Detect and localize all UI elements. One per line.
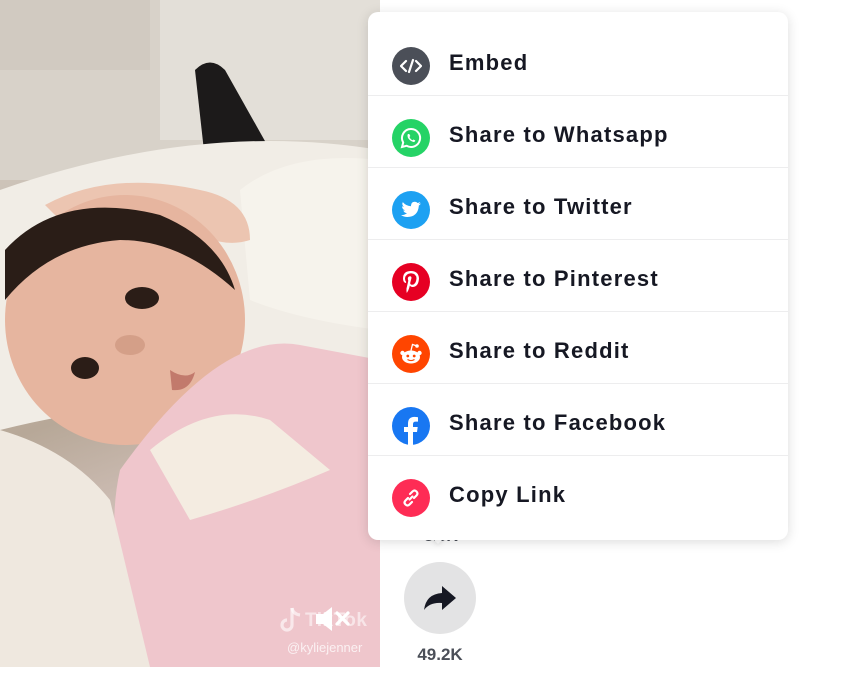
menu-item-twitter[interactable]: Share to Twitter — [368, 168, 788, 240]
menu-item-pinterest[interactable]: Share to Pinterest — [368, 240, 788, 312]
menu-item-whatsapp[interactable]: Share to Whatsapp — [368, 96, 788, 168]
menu-item-label: Embed — [449, 50, 529, 75]
video-player[interactable]: TikTok @kyliejenner — [0, 0, 380, 667]
share-count: 49.2K — [417, 645, 463, 664]
share-button[interactable] — [404, 562, 476, 634]
menu-item-label: Share to Facebook — [449, 410, 667, 435]
share-arrow-icon — [424, 586, 456, 610]
menu-item-copy-link[interactable]: Copy Link — [368, 456, 788, 528]
menu-item-embed[interactable]: Embed — [368, 24, 788, 96]
watermark-username: @kyliejenner — [287, 640, 363, 655]
menu-item-label: Share to Twitter — [449, 194, 633, 219]
menu-item-label: Share to Pinterest — [449, 266, 659, 291]
menu-item-label: Copy Link — [449, 482, 567, 507]
video-frame-image — [0, 0, 380, 667]
speaker-muted-icon — [316, 607, 350, 631]
whatsapp-icon — [392, 119, 430, 157]
tiktok-logo-icon — [280, 607, 301, 632]
menu-item-reddit[interactable]: Share to Reddit — [368, 312, 788, 384]
share-menu: Embed Share to Whatsapp Share to Twitter… — [368, 12, 788, 540]
menu-item-label: Share to Whatsapp — [449, 122, 669, 147]
menu-item-label: Share to Reddit — [449, 338, 630, 363]
embed-icon — [392, 47, 430, 85]
mute-button[interactable] — [313, 604, 353, 634]
menu-item-facebook[interactable]: Share to Facebook — [368, 384, 788, 456]
facebook-icon — [392, 407, 430, 445]
reddit-icon — [392, 335, 430, 373]
link-icon — [392, 479, 430, 517]
pinterest-icon — [392, 263, 430, 301]
twitter-icon — [392, 191, 430, 229]
